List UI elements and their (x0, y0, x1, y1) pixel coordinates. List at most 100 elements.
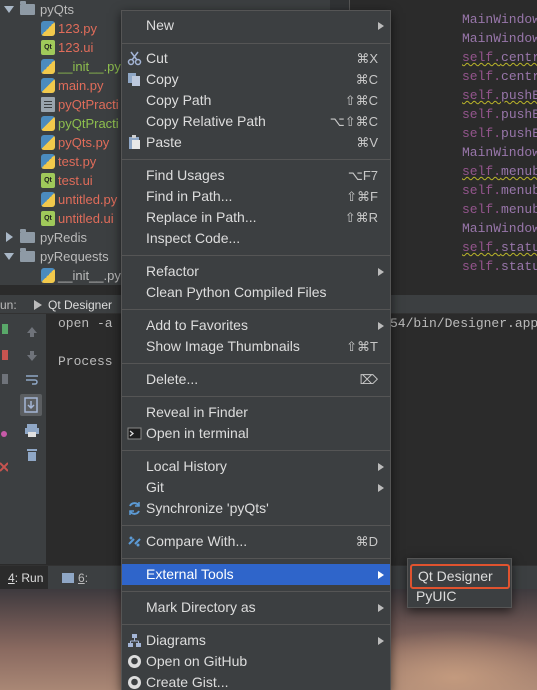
tree-item-label: untitled.ui (58, 211, 114, 226)
menu-item-copy-relative-path[interactable]: Copy Relative Path ⌥⇧⌘C (122, 111, 390, 132)
menu-item-mark-directory-as[interactable]: Mark Directory as (122, 597, 390, 618)
menu-separator (122, 309, 390, 310)
menu-item-open-on-github[interactable]: Open on GitHub (122, 651, 390, 672)
code-line: self.pushB (462, 107, 537, 122)
menu-item-copy-path[interactable]: Copy Path ⇧⌘C (122, 90, 390, 111)
menu-item-refactor[interactable]: Refactor (122, 261, 390, 282)
menu-separator (122, 624, 390, 625)
copy-icon (127, 72, 142, 87)
tree-item-label: test.ui (58, 173, 93, 188)
menu-separator (122, 255, 390, 256)
code-line: MainWindow (462, 221, 537, 236)
folder-icon (20, 248, 35, 262)
menu-item-find-in-path[interactable]: Find in Path... ⇧⌘F (122, 186, 390, 207)
python-file-icon (41, 116, 55, 131)
menu-item-local-history[interactable]: Local History (122, 456, 390, 477)
github-icon (127, 654, 142, 669)
menu-item-external-tools[interactable]: External Tools (122, 564, 390, 585)
menu-item-git[interactable]: Git (122, 477, 390, 498)
menu-item-cut[interactable]: Cut ⌘X (122, 48, 390, 69)
menu-item-paste[interactable]: Paste ⌘V (122, 132, 390, 153)
pause-icon[interactable] (2, 374, 8, 384)
run-tab-qt-designer[interactable]: Qt Designer (30, 295, 112, 315)
folder-icon (20, 1, 35, 15)
folder-icon (20, 229, 35, 243)
console-command-tail: 54/bin/Designer.app (390, 316, 537, 331)
tab-todo[interactable]: 6: TODO (62, 566, 122, 609)
context-menu: New Cut ⌘X Copy ⌘C Copy Path ⇧⌘C Copy Relat… (121, 10, 391, 690)
code-line: self.centr (462, 50, 537, 65)
tree-item-label: pyRedis (40, 230, 87, 245)
menu-item-diagrams[interactable]: Diagrams (122, 630, 390, 651)
menu-item-copy[interactable]: Copy ⌘C (122, 69, 390, 90)
tree-item-label: 123.py (58, 21, 98, 36)
compare-icon (127, 534, 142, 549)
run-toolbar (0, 314, 46, 564)
menu-item-open-in-terminal[interactable]: Open in terminal (122, 423, 390, 444)
python-file-icon (41, 192, 55, 207)
menu-item-show-thumbnails[interactable]: Show Image Thumbnails ⇧⌘T (122, 336, 390, 357)
soft-wrap-icon[interactable] (24, 372, 40, 388)
qt-ui-file-icon (41, 211, 55, 226)
code-line: self.statu (462, 259, 537, 274)
text-file-icon (41, 97, 55, 112)
submenu-arrow-icon (378, 604, 384, 612)
run-tab-label: Qt Designer (48, 298, 113, 312)
up-arrow-icon[interactable] (24, 324, 40, 340)
python-file-icon (41, 268, 55, 283)
down-arrow-icon[interactable] (24, 348, 40, 364)
menu-item-inspect-code[interactable]: Inspect Code... (122, 228, 390, 249)
menu-item-reveal-in-finder[interactable]: Reveal in Finder (122, 402, 390, 423)
code-line: MainWindow (462, 12, 537, 27)
github-icon (127, 675, 142, 690)
tree-item-label: __init__.py (58, 268, 121, 283)
menu-item-find-usages[interactable]: Find Usages ⌥F7 (122, 165, 390, 186)
scroll-to-end-icon[interactable] (20, 394, 42, 416)
clipboard-icon (127, 135, 142, 150)
submenu-arrow-icon (378, 571, 384, 579)
python-file-icon (41, 154, 55, 169)
menu-separator (122, 43, 390, 44)
submenu-arrow-icon (378, 484, 384, 492)
tree-item-label: pyQts.py (58, 135, 110, 150)
menu-item-clean-compiled[interactable]: Clean Python Compiled Files (122, 282, 390, 303)
code-line: MainWindow (462, 145, 537, 160)
menu-item-synchronize[interactable]: Synchronize 'pyQts' (122, 498, 390, 519)
todo-icon (62, 573, 74, 583)
trash-icon[interactable] (24, 446, 40, 462)
menu-separator (122, 591, 390, 592)
qt-ui-file-icon (41, 173, 55, 188)
menu-separator (122, 396, 390, 397)
tree-item-label: 123.ui (58, 40, 94, 55)
code-line: self.pushB (462, 88, 537, 103)
menu-item-new[interactable]: New (122, 15, 390, 36)
expand-arrow-icon[interactable] (4, 6, 14, 13)
python-file-icon (41, 78, 55, 93)
pin-icon[interactable] (0, 428, 8, 438)
code-line: self.centr (462, 69, 537, 84)
close-icon[interactable] (0, 460, 9, 472)
console-command: open -a (58, 316, 113, 331)
expand-arrow-icon[interactable] (6, 232, 13, 242)
menu-item-replace-in-path[interactable]: Replace in Path... ⇧⌘R (122, 207, 390, 228)
delete-key-icon: ⌦ (359, 372, 378, 387)
tree-item-label: test.py (58, 154, 97, 169)
menu-separator (122, 450, 390, 451)
menu-item-delete[interactable]: Delete... ⌦ (122, 369, 390, 390)
expand-arrow-icon[interactable] (4, 253, 14, 260)
qt-ui-file-icon (41, 40, 55, 55)
submenu-arrow-icon (378, 22, 384, 30)
menu-item-compare-with[interactable]: Compare With... ⌘D (122, 531, 390, 552)
stop-icon[interactable] (2, 350, 8, 360)
menu-item-create-gist[interactable]: Create Gist... (122, 672, 390, 690)
rerun-icon[interactable] (2, 324, 8, 334)
sync-icon (127, 501, 142, 516)
code-line: self.statu (462, 240, 537, 255)
submenu-item-pyuic[interactable]: PyUIC (416, 586, 456, 607)
tree-item-label: pyQtPracti (58, 97, 119, 112)
code-line: self.menub (462, 202, 537, 217)
print-icon[interactable] (24, 422, 40, 438)
run-label: un: (0, 298, 17, 312)
tab-run[interactable]: 4: Run (0, 566, 48, 590)
menu-item-add-to-favorites[interactable]: Add to Favorites (122, 315, 390, 336)
